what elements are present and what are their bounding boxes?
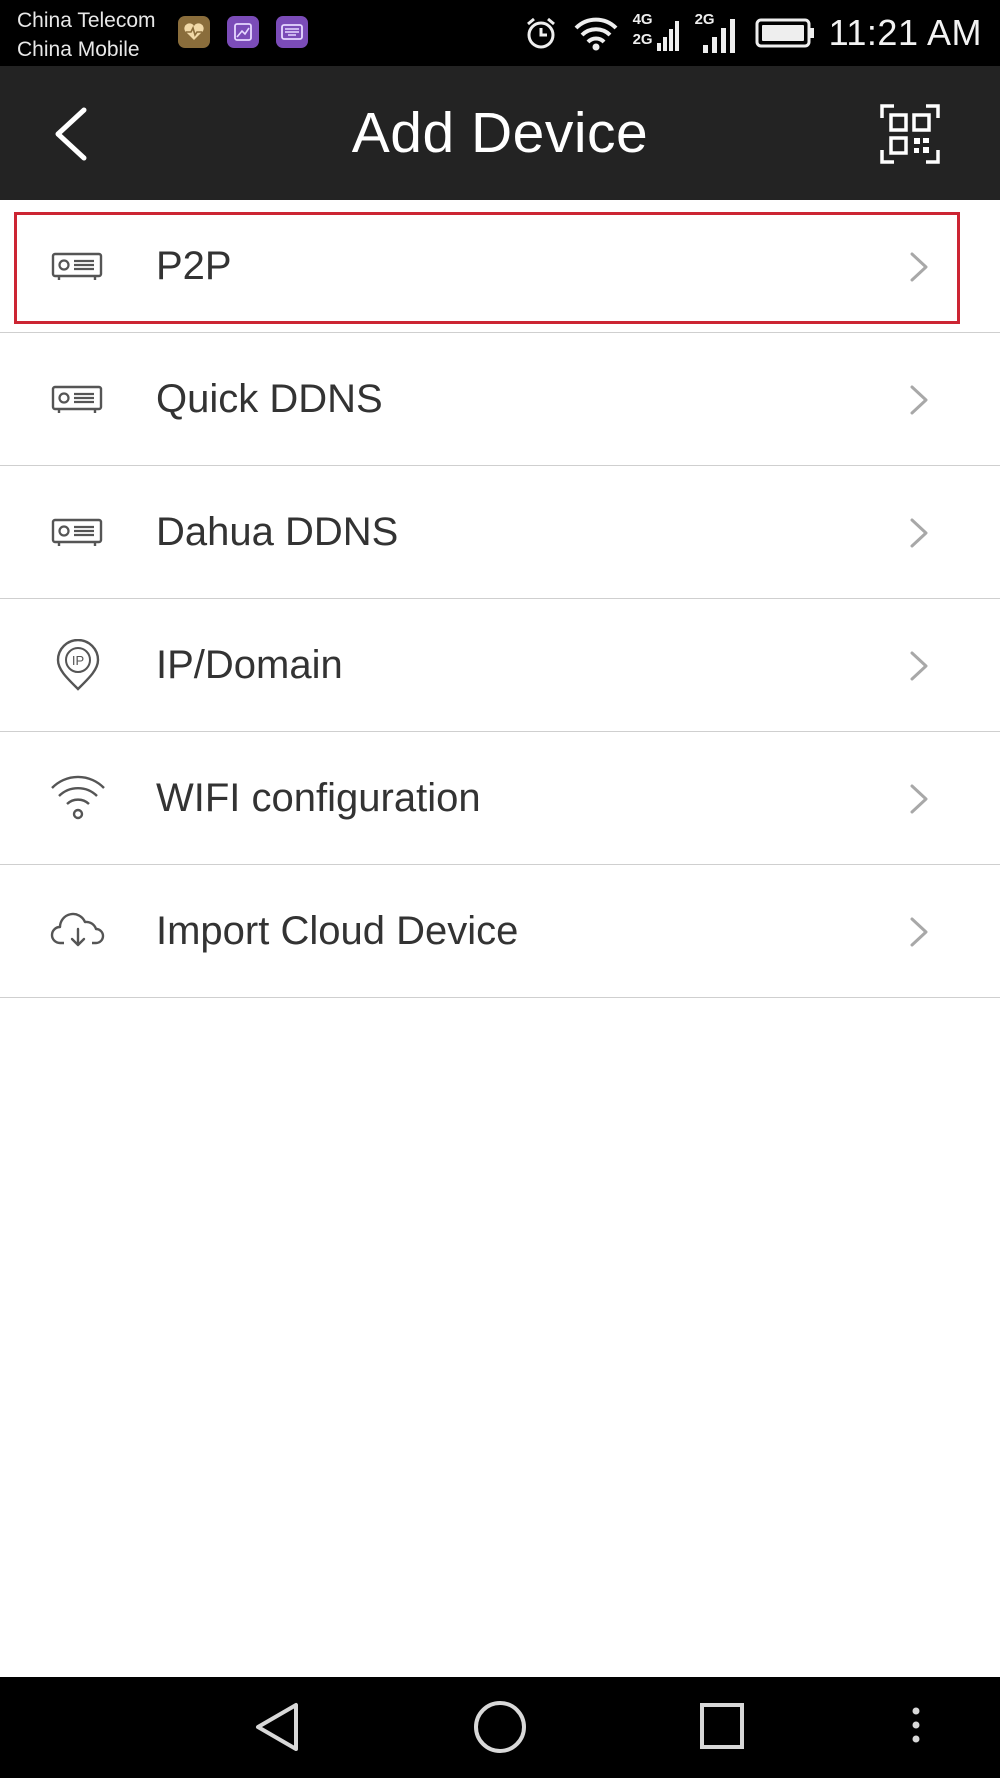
nav-back-button[interactable] bbox=[246, 1697, 310, 1757]
nav-menu-button[interactable] bbox=[896, 1697, 936, 1757]
status-bar: China Telecom China Mobile 4G 2G 2G 11:2… bbox=[0, 0, 1000, 66]
ip-icon-text: IP bbox=[72, 653, 84, 668]
more-vertical-icon bbox=[912, 1707, 920, 1743]
carrier-1: China Telecom bbox=[17, 9, 156, 32]
alarm-icon bbox=[526, 17, 555, 49]
system-navigation-bar bbox=[0, 1677, 1000, 1778]
network-type-2: 2G bbox=[632, 31, 653, 48]
menu-item-ip-domain[interactable]: IP IP/Domain bbox=[0, 599, 1000, 732]
wifi-signal-icon bbox=[574, 17, 617, 51]
page-title: Add Device bbox=[351, 101, 649, 165]
menu-item-label: Import Cloud Device bbox=[156, 909, 519, 953]
chevron-right-icon bbox=[910, 784, 928, 814]
chevron-right-icon bbox=[910, 252, 928, 282]
cloud-download-icon bbox=[50, 912, 105, 947]
system-status: 4G 2G 2G 11:21 AM bbox=[523, 8, 982, 58]
clock: 11:21 AM bbox=[828, 12, 982, 53]
chevron-right-icon bbox=[910, 917, 928, 947]
gallery-app-icon bbox=[227, 16, 259, 48]
menu-item-label: Quick DDNS bbox=[156, 377, 383, 421]
device-recorder-icon bbox=[51, 252, 103, 280]
carrier-names: China Telecom China Mobile bbox=[17, 6, 156, 64]
square-recents-icon bbox=[700, 1703, 744, 1749]
device-recorder-icon bbox=[51, 518, 103, 546]
dual-sim-signal-icon: 4G 2G bbox=[633, 11, 681, 55]
qr-code-icon bbox=[880, 104, 940, 164]
menu-item-wifi-configuration[interactable]: WIFI configuration bbox=[0, 732, 1000, 865]
menu-item-p2p[interactable]: P2P bbox=[0, 200, 1000, 333]
scan-qr-button[interactable] bbox=[878, 102, 942, 166]
ip-pin-icon: IP bbox=[56, 639, 100, 691]
menu-item-quick-ddns[interactable]: Quick DDNS bbox=[0, 333, 1000, 466]
health-app-icon bbox=[178, 16, 210, 48]
menu-item-import-cloud-device[interactable]: Import Cloud Device bbox=[0, 865, 1000, 998]
battery-icon bbox=[755, 18, 814, 48]
wifi-icon bbox=[51, 775, 105, 820]
notification-icons bbox=[178, 16, 308, 48]
menu-item-label: WIFI configuration bbox=[156, 776, 481, 820]
chevron-right-icon bbox=[910, 385, 928, 415]
menu-item-dahua-ddns[interactable]: Dahua DDNS bbox=[0, 466, 1000, 599]
sim2-signal-icon: 2G bbox=[695, 11, 741, 55]
triangle-back-icon bbox=[256, 1703, 298, 1751]
network-type-1: 4G bbox=[632, 11, 653, 28]
menu-item-label: IP/Domain bbox=[156, 643, 343, 687]
keyboard-app-icon bbox=[276, 16, 308, 48]
chevron-right-icon bbox=[910, 518, 928, 548]
add-device-menu: P2P Quick DDNS Dahua DDNS IP IP/Domain W… bbox=[0, 200, 1000, 998]
device-recorder-icon bbox=[51, 385, 103, 413]
nav-recents-button[interactable] bbox=[690, 1697, 754, 1757]
carrier-2: China Mobile bbox=[17, 38, 140, 61]
app-bar: Add Device bbox=[0, 66, 1000, 200]
circle-home-icon bbox=[474, 1701, 526, 1753]
menu-item-label: P2P bbox=[156, 244, 232, 288]
nav-home-button[interactable] bbox=[468, 1697, 532, 1757]
chevron-right-icon bbox=[910, 651, 928, 681]
menu-item-label: Dahua DDNS bbox=[156, 510, 399, 554]
